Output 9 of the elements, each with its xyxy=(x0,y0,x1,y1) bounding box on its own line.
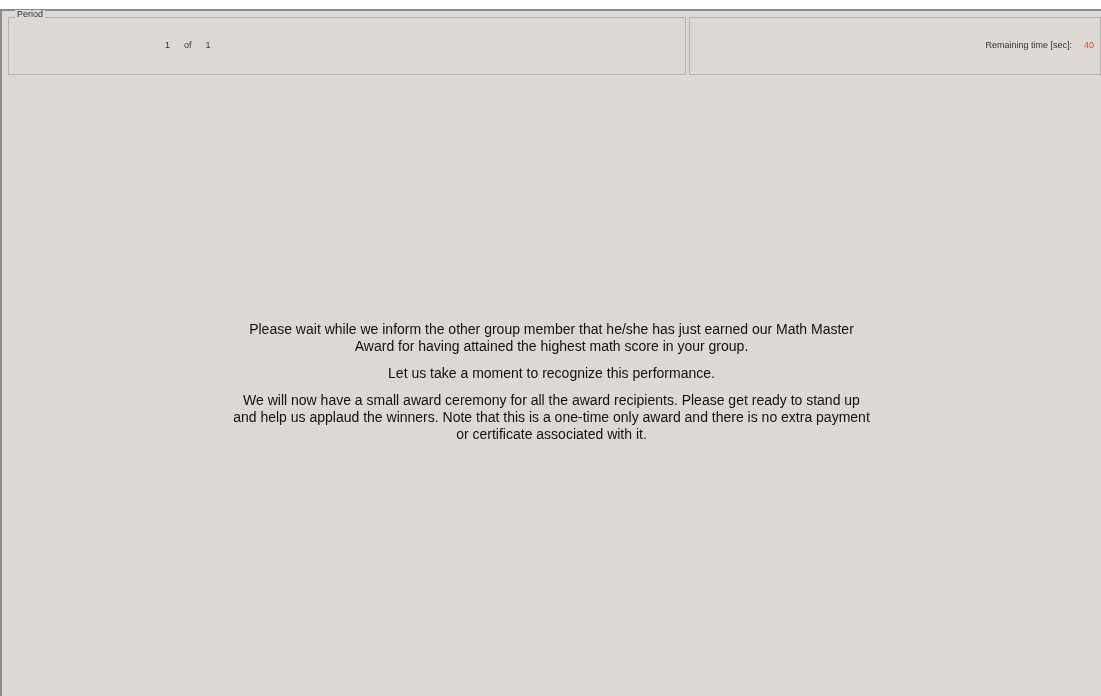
remaining-time-value: 40 xyxy=(1084,39,1094,53)
period-legend: Period xyxy=(15,10,45,19)
remaining-time-label: Remaining time [sec]: xyxy=(985,39,1072,53)
message-paragraph: We will now have a small award ceremony for all the award recipients. Please get ready to stand up and help us applaud the winners. Note that this is a one-time only award and there is no extra payment or certificate associated with it. xyxy=(232,392,871,443)
period-separator: of xyxy=(184,39,192,53)
message-paragraph: Please wait while we inform the other group member that he/she has just earned our Math Master Award for having attained the highest math score in your group. xyxy=(248,321,855,355)
message-paragraph: Let us take a moment to recognize this performance. xyxy=(387,365,716,382)
total-periods: 1 xyxy=(205,39,211,53)
current-period: 1 xyxy=(165,39,170,53)
